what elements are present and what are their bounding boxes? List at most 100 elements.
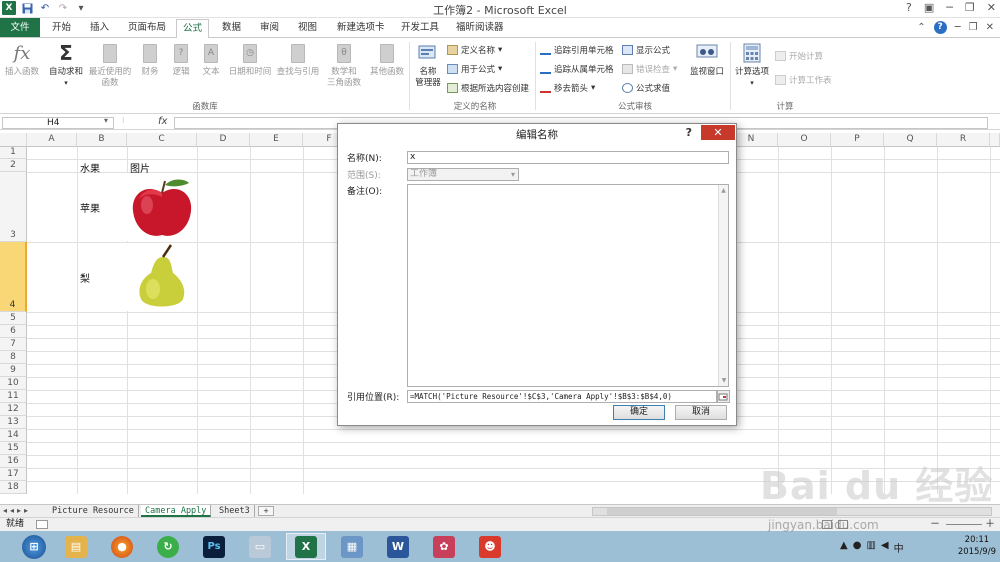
pear-image[interactable]: [127, 243, 197, 311]
cell-b4[interactable]: 梨: [80, 270, 90, 285]
column-header[interactable]: D: [197, 133, 250, 147]
cancel-button[interactable]: 取消: [675, 405, 727, 420]
help-window-icon[interactable]: ?: [906, 1, 912, 14]
taskbar-app-active[interactable]: X: [286, 533, 326, 560]
restore-ribbon-icon[interactable]: ▣: [924, 1, 934, 14]
formula-bar-dots-icon[interactable]: ⁝: [122, 116, 125, 125]
row-header[interactable]: 18: [0, 481, 27, 494]
row-header[interactable]: 7: [0, 338, 27, 351]
tab-data[interactable]: 数据: [216, 19, 247, 37]
column-header[interactable]: C: [127, 133, 197, 147]
math-trig-button[interactable]: θ 数学和 三角函数: [322, 42, 366, 89]
taskbar-app[interactable]: ▤: [56, 533, 96, 560]
sheet-tab[interactable]: Sheet3: [215, 505, 255, 517]
start-button[interactable]: ⊞: [14, 533, 54, 560]
taskbar-app[interactable]: W: [378, 533, 418, 560]
insert-function-fx-icon[interactable]: fx: [158, 116, 167, 127]
close-doc-icon[interactable]: ✕: [986, 22, 994, 33]
sheet-tab[interactable]: Picture Resource: [48, 505, 139, 517]
name-box-dropdown-icon[interactable]: ▾: [104, 116, 108, 125]
create-from-selection-button[interactable]: 根据所选内容创建: [447, 82, 529, 94]
taskbar-app[interactable]: ✿: [424, 533, 464, 560]
lookup-button[interactable]: 查找与引用: [274, 42, 322, 78]
show-formulas-button[interactable]: 显示公式: [622, 44, 670, 56]
row-header[interactable]: 9: [0, 364, 27, 377]
sheet-tab-active[interactable]: Camera Apply: [141, 505, 212, 517]
scope-select[interactable]: 工作簿 ▾: [407, 168, 519, 181]
row-header[interactable]: 1: [0, 147, 27, 159]
restore-doc-icon[interactable]: ❐: [969, 22, 978, 33]
more-functions-button[interactable]: 其他函数: [366, 42, 408, 78]
taskbar-app[interactable]: ▦: [332, 533, 372, 560]
tab-file[interactable]: 文件: [0, 18, 40, 37]
row-header[interactable]: 11: [0, 390, 27, 403]
autosum-button[interactable]: Σ 自动求和 ▾: [46, 42, 86, 89]
tab-formulas[interactable]: 公式: [176, 19, 210, 39]
network-icon[interactable]: ▥: [866, 540, 875, 555]
datetime-button[interactable]: ◷ 日期和时间: [226, 42, 274, 78]
apple-image[interactable]: [127, 173, 197, 241]
new-sheet-icon[interactable]: +: [258, 506, 274, 516]
tab-developer[interactable]: 开发工具: [395, 19, 445, 37]
macro-record-icon[interactable]: [36, 520, 48, 529]
restore-icon[interactable]: ❐: [965, 1, 975, 14]
watch-window-button[interactable]: 监视窗口: [686, 42, 728, 78]
calculate-sheet-button[interactable]: 计算工作表: [775, 74, 832, 86]
column-header[interactable]: A: [27, 133, 77, 147]
column-header[interactable]: P: [831, 133, 884, 147]
scroll-down-icon[interactable]: ▼: [719, 375, 729, 386]
dialog-help-icon[interactable]: ?: [686, 126, 692, 139]
calculate-now-button[interactable]: 开始计算: [775, 50, 823, 62]
tray-icon[interactable]: ▲: [840, 540, 848, 555]
tab-view[interactable]: 视图: [292, 19, 323, 37]
column-header[interactable]: E: [250, 133, 303, 147]
row-header[interactable]: 13: [0, 416, 27, 429]
error-checking-button[interactable]: 错误检查 ▾: [622, 63, 677, 75]
qq-icon[interactable]: ●: [853, 540, 862, 555]
help-icon[interactable]: ?: [933, 21, 947, 34]
scroll-up-icon[interactable]: ▲: [719, 185, 728, 196]
logical-button[interactable]: ? 逻辑: [166, 42, 196, 78]
zoom-in-icon[interactable]: ＋: [985, 518, 995, 531]
tab-insert[interactable]: 插入: [84, 19, 115, 37]
taskbar-clock[interactable]: 20:11 2015/9/9: [958, 534, 996, 558]
tab-new[interactable]: 新建选项卡: [331, 19, 391, 37]
collapse-ribbon-icon[interactable]: ⌃: [917, 22, 925, 33]
recent-functions-button[interactable]: 最近使用的 函数: [86, 42, 134, 89]
row-header[interactable]: 5: [0, 312, 27, 325]
collapse-dialog-icon[interactable]: [717, 390, 730, 403]
row-header[interactable]: 6: [0, 325, 27, 338]
zoom-out-icon[interactable]: －: [930, 518, 940, 531]
comment-textarea[interactable]: ▲ ▼: [407, 184, 729, 387]
row-header[interactable]: 2: [0, 159, 27, 172]
sheet-nav-arrows-icon[interactable]: ◂◂▸▸: [3, 506, 31, 515]
tab-home[interactable]: 开始: [46, 19, 77, 37]
row-header[interactable]: 14: [0, 429, 27, 442]
row-header[interactable]: 8: [0, 351, 27, 364]
tab-foxit[interactable]: 福昕阅读器: [450, 19, 510, 37]
define-name-button[interactable]: 定义名称 ▾: [447, 44, 502, 56]
column-header[interactable]: O: [778, 133, 831, 147]
row-header[interactable]: 16: [0, 455, 27, 468]
taskbar-app[interactable]: ▭: [240, 533, 280, 560]
taskbar-app[interactable]: ☻: [470, 533, 510, 560]
row-header[interactable]: 3: [0, 172, 27, 242]
row-header[interactable]: 12: [0, 403, 27, 416]
dialog-close-icon[interactable]: ✕: [701, 125, 735, 140]
tab-review[interactable]: 审阅: [254, 19, 285, 37]
taskbar-app[interactable]: Ps: [194, 533, 234, 560]
column-header[interactable]: Q: [884, 133, 937, 147]
use-in-formula-button[interactable]: 用于公式 ▾: [447, 63, 502, 75]
min-doc-icon[interactable]: ─: [955, 22, 961, 33]
text-button[interactable]: A 文本: [196, 42, 226, 78]
close-icon[interactable]: ✕: [987, 1, 996, 14]
zoom-slider[interactable]: [946, 524, 982, 525]
row-header[interactable]: 15: [0, 442, 27, 455]
trace-dependents-button[interactable]: 追踪从属单元格: [540, 63, 614, 75]
refers-to-field[interactable]: =MATCH('Picture Resource'!$C$3,'Camera A…: [407, 390, 717, 403]
taskbar-app[interactable]: ●: [102, 533, 142, 560]
taskbar-app[interactable]: ↻: [148, 533, 188, 560]
name-field[interactable]: x: [407, 151, 729, 164]
row-header[interactable]: 17: [0, 468, 27, 481]
volume-icon[interactable]: ◀: [881, 540, 889, 555]
